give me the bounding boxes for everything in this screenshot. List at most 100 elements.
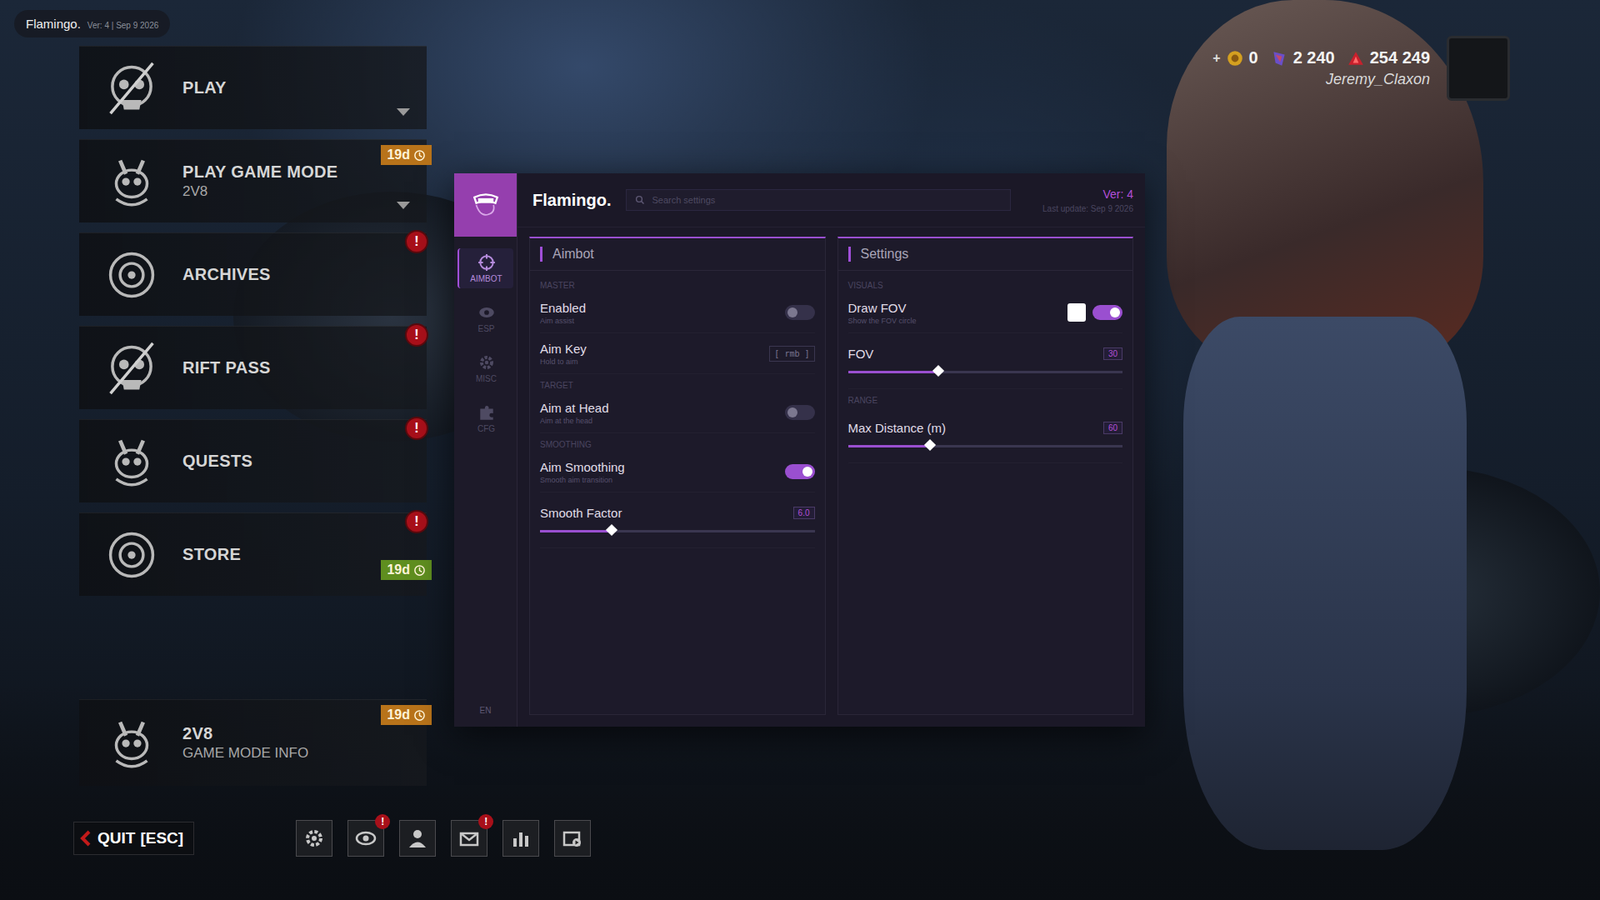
toolbar-button[interactable] <box>554 820 591 857</box>
menu-title: ARCHIVES <box>182 265 271 285</box>
cheat-window: AIMBOT ESP MISC CFG EN Flamingo. Search … <box>454 173 1145 727</box>
menu-title: STORE <box>182 545 241 565</box>
tag-name: Flamingo. <box>25 16 81 31</box>
nav-item[interactable]: CFG <box>457 398 514 439</box>
currency-value: 0 <box>1249 48 1259 68</box>
setting-row: Enabled Aim assist <box>540 292 815 334</box>
menu-emblem-icon <box>100 524 163 586</box>
menu-emblem-icon <box>100 430 163 493</box>
slider[interactable] <box>848 445 1124 448</box>
menu-item[interactable]: QUESTS ! <box>79 419 427 503</box>
expand-icon[interactable] <box>396 201 410 210</box>
timer-badge: 19d <box>380 560 432 580</box>
cheat-title: Flamingo. <box>532 190 611 210</box>
clock-icon <box>413 709 426 722</box>
nav-item[interactable]: AIMBOT <box>457 248 514 289</box>
menu-item[interactable]: STORE ! 19d <box>79 512 427 596</box>
row-label: Smooth Factor <box>540 505 622 520</box>
section-heading: TARGET <box>540 374 815 393</box>
currency-row: + 0 2 240 254 249 <box>1212 48 1430 68</box>
currency: 254 249 <box>1346 48 1430 68</box>
slider-thumb[interactable] <box>924 439 936 451</box>
row-hint: Aim at the head <box>540 416 610 425</box>
menu-item[interactable]: PLAY <box>79 45 427 130</box>
row-label: Max Distance (m) <box>848 420 947 435</box>
timer-badge: 19d <box>380 145 432 165</box>
toggle[interactable] <box>785 464 815 480</box>
menu-item[interactable]: ARCHIVES ! <box>79 232 427 316</box>
slider-row: Max Distance (m) 60 <box>848 407 1124 464</box>
panel-header: Aimbot <box>530 238 825 271</box>
menu-item[interactable]: RIFT PASS ! <box>79 325 427 410</box>
toggle[interactable] <box>785 405 815 420</box>
nav-icon <box>477 353 496 372</box>
expand-icon[interactable] <box>396 108 410 116</box>
section-heading: MASTER <box>540 274 815 293</box>
toggle[interactable] <box>1092 305 1123 320</box>
timer-badge: 19d <box>380 705 432 725</box>
currency: + 0 <box>1212 48 1258 68</box>
nav-icon <box>477 303 496 322</box>
language[interactable]: EN <box>454 705 517 715</box>
nav-label: ESP <box>477 324 495 334</box>
slider[interactable] <box>540 530 815 533</box>
row-label: Aim Smoothing <box>540 460 625 475</box>
nav-label: AIMBOT <box>470 274 502 284</box>
currency-prefix[interactable]: + <box>1212 50 1220 66</box>
toolbar-button[interactable] <box>399 820 436 857</box>
slider-value[interactable]: 6.0 <box>793 506 815 520</box>
bottom-bar: QUIT [ESC] ! ! <box>73 820 591 857</box>
row-label: Aim Key <box>540 341 587 356</box>
alert-badge: ! <box>478 814 494 830</box>
toolbar-button[interactable] <box>295 820 333 857</box>
toolbar-button[interactable]: ! <box>347 820 385 857</box>
row-label: FOV <box>848 346 875 361</box>
row-label: Draw FOV <box>848 300 917 315</box>
menu-item[interactable]: PLAY GAME MODE 2V8 19d <box>79 139 427 223</box>
setting-row: Aim at Head Aim at the head <box>540 392 815 434</box>
keybind[interactable]: [ rmb ] <box>769 345 815 362</box>
flamingo-logo-icon <box>466 185 505 225</box>
tag-version: Ver: 4 | Sep 9 2026 <box>87 20 159 30</box>
settings-panel: Settings VISUALS Draw FOV Show the FOV c… <box>837 236 1135 715</box>
alert-badge: ! <box>405 416 429 440</box>
nav-icon <box>477 253 496 272</box>
currency-value: 254 249 <box>1370 48 1430 68</box>
nav-item[interactable]: ESP <box>457 298 514 339</box>
quit-button[interactable]: QUIT [ESC] <box>73 821 195 855</box>
avatar[interactable] <box>1446 35 1510 101</box>
slider-value[interactable]: 30 <box>1103 347 1123 360</box>
search-icon <box>635 195 645 205</box>
row-label: Enabled <box>540 300 586 315</box>
character-figure <box>1150 0 1509 867</box>
color-swatch[interactable] <box>1067 303 1086 322</box>
menu-subtitle: 2V8 <box>182 183 338 200</box>
currency: 2 240 <box>1270 48 1335 68</box>
nav-item[interactable]: MISC <box>457 348 514 389</box>
slider-row: Smooth Factor 6.0 <box>540 492 815 549</box>
toolbar-icon <box>559 825 586 852</box>
slider-thumb[interactable] <box>932 365 945 377</box>
nav-icon <box>477 403 496 422</box>
slider-value[interactable]: 60 <box>1103 421 1123 435</box>
menu-item[interactable]: 2V8 GAME MODE INFO 19d <box>79 699 427 786</box>
setting-row: Aim Key Hold to aim [ rmb ] <box>540 333 815 375</box>
currency-icon <box>1346 49 1365 68</box>
toggle[interactable] <box>785 305 815 320</box>
menu-title: RIFT PASS <box>182 358 271 378</box>
alert-badge: ! <box>405 510 429 534</box>
search-placeholder: Search settings <box>651 195 715 205</box>
menu-emblem-icon <box>100 712 163 775</box>
slider-thumb[interactable] <box>605 524 618 536</box>
toolbar-button[interactable] <box>502 820 540 857</box>
currency-icon <box>1270 49 1289 68</box>
toolbar-button[interactable]: ! <box>450 820 488 857</box>
slider[interactable] <box>848 370 1124 374</box>
currency-value: 2 240 <box>1293 48 1335 68</box>
back-arrow-icon <box>79 830 93 847</box>
quit-key: [ESC] <box>140 829 184 848</box>
slider-row: FOV 30 <box>848 333 1124 390</box>
clock-icon <box>413 149 426 162</box>
search-field[interactable]: Search settings <box>625 189 1011 211</box>
row-hint: Smooth aim transition <box>540 475 625 485</box>
